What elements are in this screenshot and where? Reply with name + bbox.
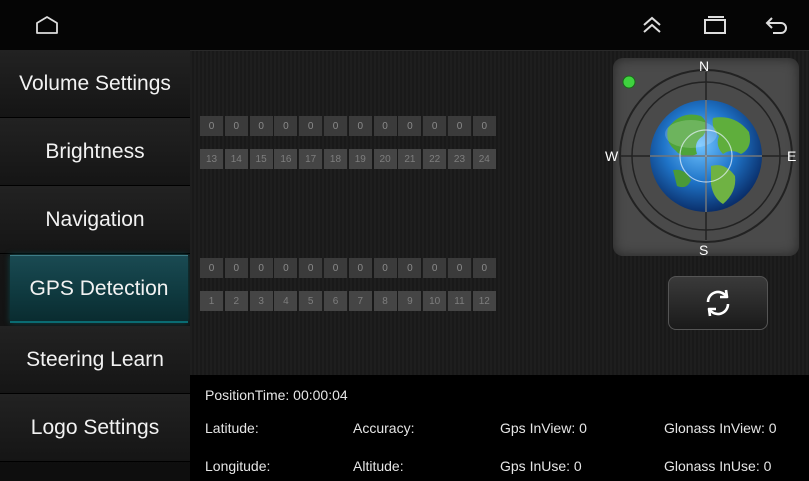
satellite-signal: 0 (274, 258, 298, 278)
recent-apps-icon[interactable] (702, 12, 728, 38)
satellite-id: 21 (398, 149, 422, 169)
satellite-id-row-lower: 1 2 3 4 5 6 7 8 9 10 11 12 (200, 291, 498, 311)
satellite-id: 1 (200, 291, 223, 311)
satellite-signal: 0 (200, 258, 223, 278)
satellite-id: 2 (224, 291, 248, 311)
satellite-signal: 0 (447, 116, 471, 136)
sidebar-item-label: Navigation (45, 207, 145, 231)
compass-east-label: E (787, 148, 797, 164)
satellite-id: 8 (373, 291, 397, 311)
satellite-id: 6 (323, 291, 347, 311)
accuracy-label: Accuracy: (353, 420, 415, 436)
refresh-button[interactable] (668, 276, 768, 330)
sidebar-item-steering-learn[interactable]: Steering Learn (0, 326, 190, 394)
back-icon[interactable] (763, 12, 789, 38)
satellite-signal: 0 (224, 258, 248, 278)
satellite-signal: 0 (423, 258, 447, 278)
sidebar-item-navigation[interactable]: Navigation (0, 186, 190, 254)
satellite-id: 18 (323, 149, 347, 169)
sidebar-item-label: Steering Learn (26, 347, 164, 371)
sidebar-item-gps-detection[interactable]: GPS Detection (10, 255, 188, 323)
refresh-icon (706, 289, 730, 317)
sidebar-item-label: Brightness (45, 139, 145, 163)
satellite-signal: 0 (398, 116, 422, 136)
glonass-inuse-label: Glonass InUse: 0 (664, 458, 772, 474)
satellite-id: 5 (299, 291, 323, 311)
satellite-id: 12 (472, 291, 496, 311)
gps-compass: N S W E (605, 58, 799, 258)
satellite-signal: 0 (224, 116, 248, 136)
gps-inview-label: Gps InView: 0 (500, 420, 587, 436)
satellite-signal: 0 (348, 258, 372, 278)
sidebar-item-label: Logo Settings (30, 415, 160, 439)
satellite-id: 7 (348, 291, 372, 311)
gps-status-dot (622, 75, 636, 89)
satellite-signal: 0 (373, 258, 397, 278)
compass-west-label: W (605, 148, 619, 164)
sidebar-item-brightness[interactable]: Brightness (0, 118, 190, 186)
satellite-id-row-upper: 13 14 15 16 17 18 19 20 21 22 23 24 (200, 149, 498, 169)
position-time: PositionTime: 00:00:04 (205, 387, 348, 403)
satellite-signal: 0 (472, 116, 496, 136)
globe-icon (619, 69, 793, 243)
satellite-id: 9 (398, 291, 422, 311)
gps-info-panel: PositionTime: 00:00:04 Latitude: Accurac… (190, 375, 809, 481)
satellite-id: 22 (423, 149, 447, 169)
satellite-signal: 0 (200, 116, 223, 136)
satellite-id: 4 (274, 291, 298, 311)
satellite-signal: 0 (447, 258, 471, 278)
satellite-id: 17 (299, 149, 323, 169)
satellite-signal: 0 (423, 116, 447, 136)
satellite-signal: 0 (398, 258, 422, 278)
glonass-inview-label: Glonass InView: 0 (664, 420, 777, 436)
satellite-id: 24 (472, 149, 496, 169)
satellite-id: 20 (373, 149, 397, 169)
satellite-id: 15 (249, 149, 273, 169)
satellite-signal: 0 (373, 116, 397, 136)
satellite-signal: 0 (299, 258, 323, 278)
gps-inuse-label: Gps InUse: 0 (500, 458, 582, 474)
latitude-label: Latitude: (205, 420, 259, 436)
satellite-signal: 0 (323, 116, 347, 136)
system-bar (0, 0, 809, 50)
altitude-label: Altitude: (353, 458, 404, 474)
satellite-signal: 0 (472, 258, 496, 278)
satellite-signal: 0 (323, 258, 347, 278)
satellite-id: 23 (447, 149, 471, 169)
satellite-id: 3 (249, 291, 273, 311)
satellite-id: 14 (224, 149, 248, 169)
satellite-id: 13 (200, 149, 223, 169)
double-chevron-up-icon[interactable] (639, 12, 665, 38)
satellite-id: 16 (274, 149, 298, 169)
sidebar-item-label: GPS Detection (29, 276, 169, 300)
sidebar-item-logo-settings[interactable]: Logo Settings (0, 394, 190, 462)
satellite-signal: 0 (299, 116, 323, 136)
sidebar-item-label: Volume Settings (19, 71, 171, 95)
longitude-label: Longitude: (205, 458, 271, 474)
satellite-id: 19 (348, 149, 372, 169)
satellite-signal-row-lower: 0 0 0 0 0 0 0 0 0 0 0 0 (200, 258, 498, 278)
compass-north-label: N (699, 58, 710, 74)
satellite-id: 10 (423, 291, 447, 311)
compass-south-label: S (699, 242, 709, 258)
sidebar-item-volume-settings[interactable]: Volume Settings (0, 50, 190, 118)
satellite-id: 11 (447, 291, 471, 311)
settings-sidebar: Volume Settings Brightness Navigation GP… (0, 50, 190, 481)
satellite-signal: 0 (249, 116, 273, 136)
satellite-signal: 0 (348, 116, 372, 136)
satellite-signal: 0 (249, 258, 273, 278)
home-icon[interactable] (34, 12, 60, 38)
satellite-signal: 0 (274, 116, 298, 136)
satellite-signal-row-upper: 0 0 0 0 0 0 0 0 0 0 0 0 (200, 116, 498, 136)
